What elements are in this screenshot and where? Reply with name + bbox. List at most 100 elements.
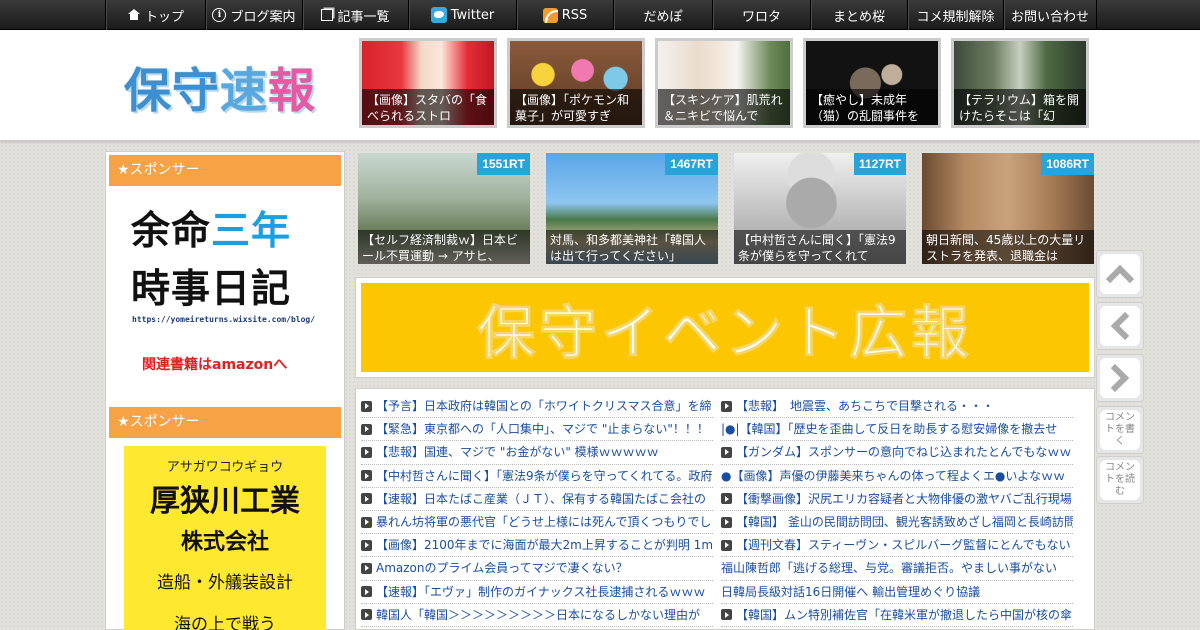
next-article-button[interactable]	[1096, 354, 1144, 402]
header-thumb-4[interactable]: 【癒やし】未成年（猫）の乱闘事件を	[803, 38, 941, 128]
feed-item[interactable]: 【緊急】東京都への「人口集中」、マジで "止まらない"！！！	[361, 418, 713, 442]
arrow-bullet-icon	[361, 609, 372, 621]
retweet-count: 1551RT	[477, 153, 530, 175]
feed-link[interactable]: 【衝撃画像】沢尻エリカ容疑者と大物俳優の激ヤバご乱行現場	[736, 488, 1072, 510]
feed-item[interactable]: Amazonのプライム会員ってマジで凄くない？	[361, 557, 713, 581]
feed-item[interactable]: ●【画像】声優の伊藤美来ちゃんの体って程よくエ●いよなｗｗ	[721, 465, 1073, 488]
nav-item-matome-sakura[interactable]: まとめ桜	[810, 0, 907, 30]
banner-text: 保守イベント広報	[476, 298, 973, 367]
feed-item[interactable]: 【画像】2100年までに海面が最大2m上昇することが判明 1m上	[361, 534, 713, 558]
scroll-top-button[interactable]	[1096, 250, 1144, 298]
nav-label: RSS	[561, 7, 588, 23]
feed-link[interactable]: |●|【韓国】「歴史を歪曲して反日を助長する慰安婦像を撤去せ	[721, 418, 1057, 440]
nav-item-comment-unblock[interactable]: コメ規制解除	[907, 0, 1003, 30]
header-thumb-3[interactable]: 【スキンケア】肌荒れ＆ニキビで悩んで	[655, 38, 793, 128]
feed-link[interactable]: 【悲報】 地震雲、あちこちで目撃される・・・	[736, 395, 994, 417]
feed-link[interactable]: 【韓国】 釜山の民間訪問団、観光客誘致めざし福岡と長崎訪問	[736, 511, 1073, 533]
sponsor-header: ★スポンサー	[109, 155, 341, 186]
feed-item[interactable]: 韓国人「韓国＞＞＞＞＞＞＞＞＞日本になるしかない理由が	[361, 604, 713, 627]
nav-item-twitter[interactable]: Twitter	[408, 0, 516, 30]
feed-item[interactable]: 【ガンダム】スポンサーの意向でねじ込まれたとんでもなｗｗ	[721, 441, 1073, 465]
button-face: コメントを読む	[1100, 460, 1140, 500]
nav-item-article-list[interactable]: 記事一覧	[302, 0, 408, 30]
feed-item[interactable]: 【韓国】ムン特別補佐官「在韓米軍が撤退したら中国が核の傘	[721, 604, 1073, 627]
sponsor-header: ★スポンサー	[109, 407, 341, 438]
ranking-tile-1[interactable]: 1551RT 【セルフ経済制裁ｗ】日本ビール不買運動 → アサヒ、	[358, 153, 530, 264]
feed-column-right: 【悲報】 地震雲、あちこちで目撃される・・・ |●|【韓国】「歴史を歪曲して反日…	[721, 395, 1073, 627]
prev-article-button[interactable]	[1096, 302, 1144, 350]
feed-item[interactable]: 【速報】「エヴァ」制作のガイナックス社長逮捕されるｗｗｗ	[361, 581, 713, 604]
button-face	[1100, 254, 1140, 294]
feed-item[interactable]: 【中村哲さんに聞く】「憲法9条が僕らを守ってくれてる。政府	[361, 465, 713, 488]
feed-link[interactable]: 暴れん坊将軍の悪代官「どうせ上様には死んで頂くつもりでし	[376, 511, 711, 533]
feed-item[interactable]: 【予言】日本政府は韓国との「ホワイトクリスマス合意」を締	[361, 395, 713, 419]
feed-item[interactable]: 【悲報】国連、マジで "お金がない" 模様ｗｗｗｗｗ	[361, 441, 713, 465]
feed-link[interactable]: Amazonのプライム会員ってマジで凄くない？	[376, 557, 628, 579]
arrow-bullet-icon	[361, 400, 372, 412]
twitter-icon	[430, 7, 447, 23]
feed-item[interactable]: 【衝撃画像】沢尻エリカ容疑者と大物俳優の激ヤバご乱行現場	[721, 488, 1073, 511]
thumb-caption: 【癒やし】未成年（猫）の乱闘事件を	[806, 89, 938, 125]
feed-item[interactable]: 【週刊文春】スティーヴン・スピルバーグ監督にとんでもない	[721, 534, 1073, 558]
header-thumb-2[interactable]: 【画像】「ポケモン和菓子」が可愛すぎ	[507, 38, 645, 128]
event-banner[interactable]: 保守イベント広報	[355, 277, 1095, 378]
feed-item[interactable]: |●|【韓国】「歴史を歪曲して反日を助長する慰安婦像を撤去せ	[721, 418, 1073, 442]
feed-link[interactable]: 【韓国】ムン特別補佐官「在韓米軍が撤退したら中国が核の傘	[736, 604, 1072, 626]
feed-item[interactable]: 日韓局長級対話16日開催へ 輸出管理めぐり協議	[721, 581, 1073, 604]
feed-item[interactable]: 【韓国】 釜山の民間訪問団、観光客誘致めざし福岡と長崎訪問	[721, 511, 1073, 535]
retweet-count: 1127RT	[853, 153, 906, 175]
site-logo[interactable]: 保守速報	[123, 56, 324, 120]
read-comment-label: コメントを読む	[1105, 462, 1135, 497]
nav-item-top[interactable]: トップ	[105, 0, 205, 30]
logo-char: 報	[267, 63, 316, 120]
arrow-bullet-icon	[361, 562, 372, 574]
ad-title-part: 余命	[131, 209, 212, 254]
feed-link[interactable]: ●【画像】声優の伊藤美来ちゃんの体って程よくエ●いよなｗｗ	[721, 465, 1065, 487]
feed-link[interactable]: 【ガンダム】スポンサーの意向でねじ込まれたとんでもなｗｗ	[736, 441, 1071, 463]
ad-company-type: 株式会社	[180, 529, 269, 555]
sponsor-ad-asagawa[interactable]: アサガワコウギョウ 厚狭川工業 株式会社 造船・外艤装設計 海の上で戦う	[124, 446, 326, 630]
thumb-caption: 【画像】「ポケモン和菓子」が可愛すぎ	[510, 89, 642, 125]
arrow-bullet-icon	[361, 586, 372, 598]
ranking-tile-4[interactable]: 1086RT 朝日新聞、45歳以上の大量リストラを発表、退職金は	[922, 153, 1094, 264]
feed-link[interactable]: 【緊急】東京都への「人口集中」、マジで "止まらない"！！！	[376, 418, 709, 440]
write-comment-button[interactable]: コメントを書く	[1096, 406, 1144, 454]
nav-item-contact[interactable]: お問い合わせ	[1003, 0, 1097, 30]
feed-item[interactable]: 福山陳哲郎「逃げる総理、与党。審議拒否。やましい事がない	[721, 557, 1073, 581]
feed-link[interactable]: 韓国人「韓国＞＞＞＞＞＞＞＞＞日本になるしかない理由が	[376, 604, 700, 626]
ad-amazon-link[interactable]: 関連書籍はamazonへ	[142, 354, 287, 374]
feed-link[interactable]: 【予言】日本政府は韓国との「ホワイトクリスマス合意」を締	[376, 395, 712, 417]
nav-item-blog-guide[interactable]: i ブログ案内	[205, 0, 302, 30]
sponsor-ad-yomei[interactable]: 余命三年 時事日記 https://yomeireturns.wixsite.c…	[126, 200, 326, 380]
nav-item-warota[interactable]: ワロタ	[712, 0, 810, 30]
feed-link[interactable]: 【中村哲さんに聞く】「憲法9条が僕らを守ってくれてる。政府	[376, 465, 712, 487]
thumb-caption: 【画像】スタバの「食べられるストロ	[362, 89, 494, 125]
feed-item[interactable]: 【速報】日本たばこ産業（ＪＴ）、保有する韓国たばこ会社の	[361, 488, 713, 511]
feed-link[interactable]: 【速報】日本たばこ産業（ＪＴ）、保有する韓国たばこ会社の	[376, 488, 706, 510]
feed-link[interactable]: 【画像】2100年までに海面が最大2m上昇することが判明 1m上	[376, 534, 713, 556]
arrow-bullet-icon	[721, 400, 732, 412]
thumb-caption: 【テラリウム】箱を開けたらそこは「幻	[954, 89, 1086, 125]
arrow-bullet-icon	[361, 516, 372, 528]
ranking-tile-3[interactable]: 1127RT 【中村哲さんに聞く】「憲法9条が僕らを守ってくれて	[734, 153, 906, 264]
feed-item[interactable]: 暴れん坊将軍の悪代官「どうせ上様には死んで頂くつもりでし	[361, 511, 713, 535]
feed-link[interactable]: 【悲報】国連、マジで "お金がない" 模様ｗｗｗｗｗ	[376, 441, 659, 463]
nav-label: Twitter	[450, 7, 495, 23]
nav-item-damepo[interactable]: だめぽ	[613, 0, 712, 30]
feed-link[interactable]: 日韓局長級対話16日開催へ 輸出管理めぐり協議	[721, 581, 980, 603]
feed-link[interactable]: 福山陳哲郎「逃げる総理、与党。審議拒否。やましい事がない	[721, 557, 1057, 579]
header-thumb-5[interactable]: 【テラリウム】箱を開けたらそこは「幻	[951, 38, 1089, 128]
button-face	[1100, 306, 1140, 346]
arrow-bullet-icon	[361, 446, 372, 458]
top-nav-list: トップ i ブログ案内 記事一覧 Twitter RSS だめぽ ワロタ まとめ桜…	[105, 0, 1097, 30]
ad-title-highlight: 三年	[211, 209, 292, 254]
arrow-bullet-icon	[361, 493, 372, 505]
nav-item-rss[interactable]: RSS	[516, 0, 613, 30]
feed-item[interactable]: 【悲報】 地震雲、あちこちで目撃される・・・	[721, 395, 1073, 419]
feed-link[interactable]: 【速報】「エヴァ」制作のガイナックス社長逮捕されるｗｗｗ	[376, 581, 705, 603]
feed-link[interactable]: 【週刊文春】スティーヴン・スピルバーグ監督にとんでもない	[736, 534, 1071, 556]
read-comment-button[interactable]: コメントを読む	[1096, 456, 1144, 504]
header-thumb-1[interactable]: 【画像】スタバの「食べられるストロ	[359, 38, 497, 128]
arrow-bullet-icon	[721, 493, 732, 505]
ranking-tile-2[interactable]: 1467RT 対馬、和多都美神社「韓国人は出て行ってください」	[546, 153, 718, 264]
